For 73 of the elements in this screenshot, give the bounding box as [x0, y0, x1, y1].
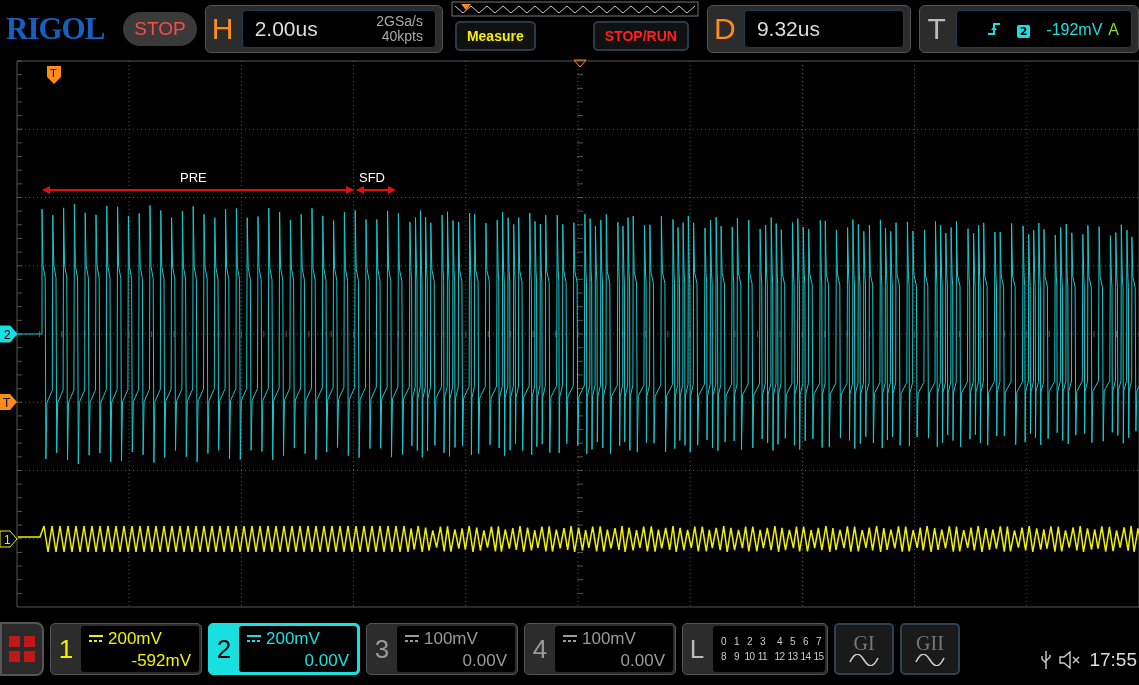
logic-channel-number: 5 — [788, 636, 797, 647]
menu-button[interactable] — [0, 622, 44, 676]
trigger-label: T — [926, 12, 947, 46]
logic-channel-number: 8 — [719, 651, 728, 662]
trigger-source: 2 — [1016, 24, 1031, 38]
channel-panel[interactable]: 2 200mV 0.00V — [208, 623, 360, 675]
channel-panel[interactable]: 4 100mV 0.00V — [524, 623, 676, 675]
channel-offset: 0.00V — [304, 650, 349, 672]
logic-channel-number: 11 — [756, 651, 769, 662]
run-status: STOP — [123, 12, 197, 46]
trigger-mode: A — [1108, 20, 1119, 38]
stop-run-button[interactable]: STOP/RUN — [592, 21, 689, 51]
measure-button[interactable]: Measure — [454, 21, 536, 51]
generator-button[interactable]: GI — [834, 623, 894, 675]
trigger-panel[interactable]: T 2 -192mV A — [918, 5, 1139, 53]
channel-panel[interactable]: 1 200mV -592mV — [50, 623, 202, 675]
horizontal-panel[interactable]: H 2.00us 2GSa/s 40kpts — [204, 5, 443, 53]
channel-marker[interactable]: 2 — [0, 325, 18, 343]
logic-channel-number: 4 — [775, 636, 784, 647]
logic-channel-number: 1 — [732, 636, 741, 647]
sine-icon — [849, 654, 879, 666]
annotation-label: PRE — [180, 170, 207, 185]
delay-panel[interactable]: D 9.32us — [706, 5, 911, 53]
dc-coupling-icon — [405, 635, 419, 643]
channel-panel[interactable]: 3 100mV 0.00V — [366, 623, 518, 675]
memory-depth: 40kpts — [381, 29, 423, 44]
logic-label: L — [688, 632, 706, 666]
sine-icon — [915, 654, 945, 666]
channel-number: 3 — [373, 632, 391, 666]
channel-scale: 200mV — [108, 628, 162, 650]
brand-logo: RIGOL — [6, 11, 106, 47]
trigger-level: -192mV — [1046, 20, 1103, 38]
delay-label: D — [713, 12, 737, 46]
logic-channel-number: 12 — [773, 651, 786, 662]
usb-icon — [1041, 651, 1052, 669]
logic-channel-number: 13 — [786, 651, 799, 662]
logic-channel-number: 2 — [745, 636, 754, 647]
channel-marker[interactable]: 1 — [0, 530, 18, 548]
speaker-muted-icon — [1059, 651, 1082, 669]
delay-value: 9.32us — [756, 17, 820, 41]
trigger-time-marker[interactable]: T — [47, 66, 61, 84]
channel-scale: 200mV — [266, 628, 320, 650]
dimension-arrow — [356, 186, 396, 194]
dc-coupling-icon — [563, 635, 577, 643]
rising-edge-icon — [986, 22, 1001, 36]
generator-button[interactable]: GII — [900, 623, 960, 675]
channel-scale: 100mV — [424, 628, 478, 650]
logic-channel-number: 9 — [732, 651, 741, 662]
grid-icon — [9, 636, 35, 662]
channel-offset: -592mV — [131, 650, 191, 672]
clock-time: 17:55 — [1089, 649, 1137, 671]
logic-channel-number: 10 — [743, 651, 756, 662]
dc-coupling-icon — [247, 635, 261, 643]
channel-scale: 100mV — [582, 628, 636, 650]
channel-number: 2 — [215, 632, 233, 666]
channel-number: 4 — [531, 632, 549, 666]
logic-channel-number: 14 — [799, 651, 812, 662]
channel-offset: 0.00V — [462, 650, 507, 672]
timebase-value: 2.00us — [254, 17, 318, 41]
trigger-position-marker — [573, 59, 587, 68]
logic-panel[interactable]: L 0 1 2 3 4 5 6 7 8 9 10 11 12 13 14 15 — [682, 623, 828, 675]
logic-channel-number: 7 — [814, 636, 823, 647]
logic-channel-number: 3 — [758, 636, 767, 647]
dc-coupling-icon — [89, 635, 103, 643]
channel-number: 1 — [57, 632, 75, 666]
logic-channel-number: 0 — [719, 636, 728, 647]
logic-channel-number: 6 — [801, 636, 810, 647]
horizontal-label: H — [210, 12, 235, 46]
logic-channel-number: 15 — [812, 651, 825, 662]
channel-offset: 0.00V — [620, 650, 665, 672]
sample-rate: 2GSa/s — [376, 14, 423, 29]
annotation-label: SFD — [359, 170, 385, 185]
trigger-marker[interactable]: T — [0, 394, 17, 410]
